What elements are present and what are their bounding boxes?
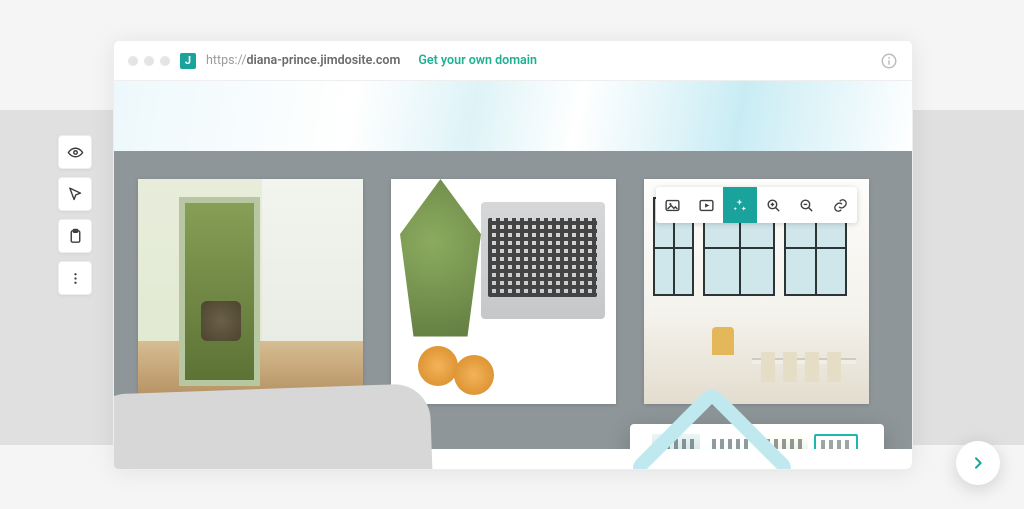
chevron-right-icon <box>970 455 986 471</box>
gallery-image-3-selected: Vibe Clarity Cinema Sol <box>644 179 869 451</box>
image-edit-toolbar <box>656 187 857 223</box>
site-header-banner <box>114 81 912 151</box>
image-icon <box>664 197 681 214</box>
clipboard-tool[interactable] <box>58 219 92 253</box>
info-icon[interactable] <box>880 52 898 70</box>
browser-window: J https://diana-prince.jimdosite.com Get… <box>113 40 913 470</box>
url-host: diana-prince.jimdosite.com <box>247 53 401 68</box>
design-tool[interactable] <box>58 177 92 211</box>
decorative-shape-gray <box>113 383 438 470</box>
link-button[interactable] <box>824 187 858 223</box>
editor-side-tools <box>58 135 92 295</box>
zoom-in-button[interactable] <box>757 187 791 223</box>
cursor-icon <box>67 186 84 203</box>
zoom-in-icon <box>765 197 782 214</box>
get-own-domain-link[interactable]: Get your own domain <box>418 53 537 68</box>
replace-image-button[interactable] <box>656 187 690 223</box>
browser-chrome: J https://diana-prince.jimdosite.com Get… <box>114 41 912 81</box>
more-tool[interactable] <box>58 261 92 295</box>
preview-tool[interactable] <box>58 135 92 169</box>
magic-icon <box>731 197 748 214</box>
eye-icon <box>67 144 84 161</box>
more-icon <box>67 270 84 287</box>
site-footer-peek <box>114 449 912 469</box>
filters-button[interactable] <box>723 187 757 223</box>
next-step-button[interactable] <box>956 441 1000 485</box>
video-icon <box>698 197 715 214</box>
clipboard-icon <box>67 228 84 245</box>
window-controls <box>128 56 170 66</box>
gallery-image-2[interactable] <box>391 179 616 404</box>
url-prefix: https:// <box>206 53 247 68</box>
video-button[interactable] <box>690 187 724 223</box>
address-bar[interactable]: https://diana-prince.jimdosite.com <box>206 53 400 68</box>
gallery-image-1[interactable] <box>138 179 363 404</box>
zoom-out-button[interactable] <box>790 187 824 223</box>
link-icon <box>832 197 849 214</box>
site-favicon: J <box>180 53 196 69</box>
zoom-out-icon <box>798 197 815 214</box>
